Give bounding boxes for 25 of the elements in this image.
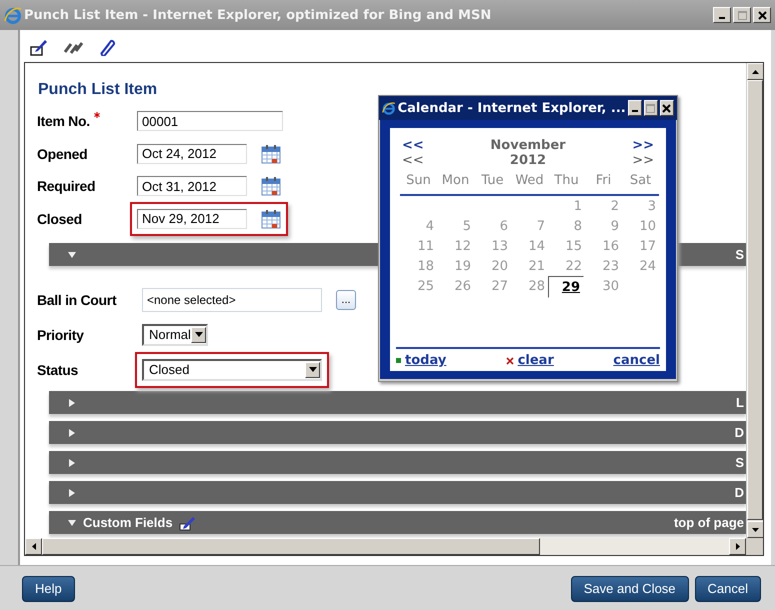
field-label: Ball in Court (37, 292, 116, 308)
weekday-header: Wed (511, 170, 548, 196)
weekday-header: Sun (400, 170, 437, 196)
field-label: Opened (37, 146, 88, 162)
weekday-header: Mon (437, 170, 474, 196)
field-label: Item No. (37, 113, 90, 130)
weekday-header: Sat (622, 170, 659, 196)
field-label: Status (37, 362, 78, 378)
weekday-header: Fri (585, 170, 622, 196)
section-label: L (736, 395, 744, 410)
field-label: Required (37, 178, 96, 194)
section-title: Custom Fields (83, 515, 173, 530)
weekday-header: Tue (474, 170, 511, 196)
form-title: Punch List Item (38, 81, 158, 99)
section-label: S (735, 247, 744, 262)
section-label: D (734, 485, 744, 500)
weekday-header: Thu (548, 170, 585, 196)
section-label: S (735, 455, 744, 470)
field-label: Closed (37, 210, 82, 227)
popup-title: Calendar - Internet Explorer, ... (398, 100, 626, 116)
section-label: D (734, 425, 744, 440)
month-label: November (489, 138, 567, 153)
window-title: Punch List Item - Internet Explorer, optimized for Bing and MSN (24, 8, 492, 22)
year-label: 2012 (508, 153, 548, 168)
field-label: Priority (37, 326, 84, 342)
